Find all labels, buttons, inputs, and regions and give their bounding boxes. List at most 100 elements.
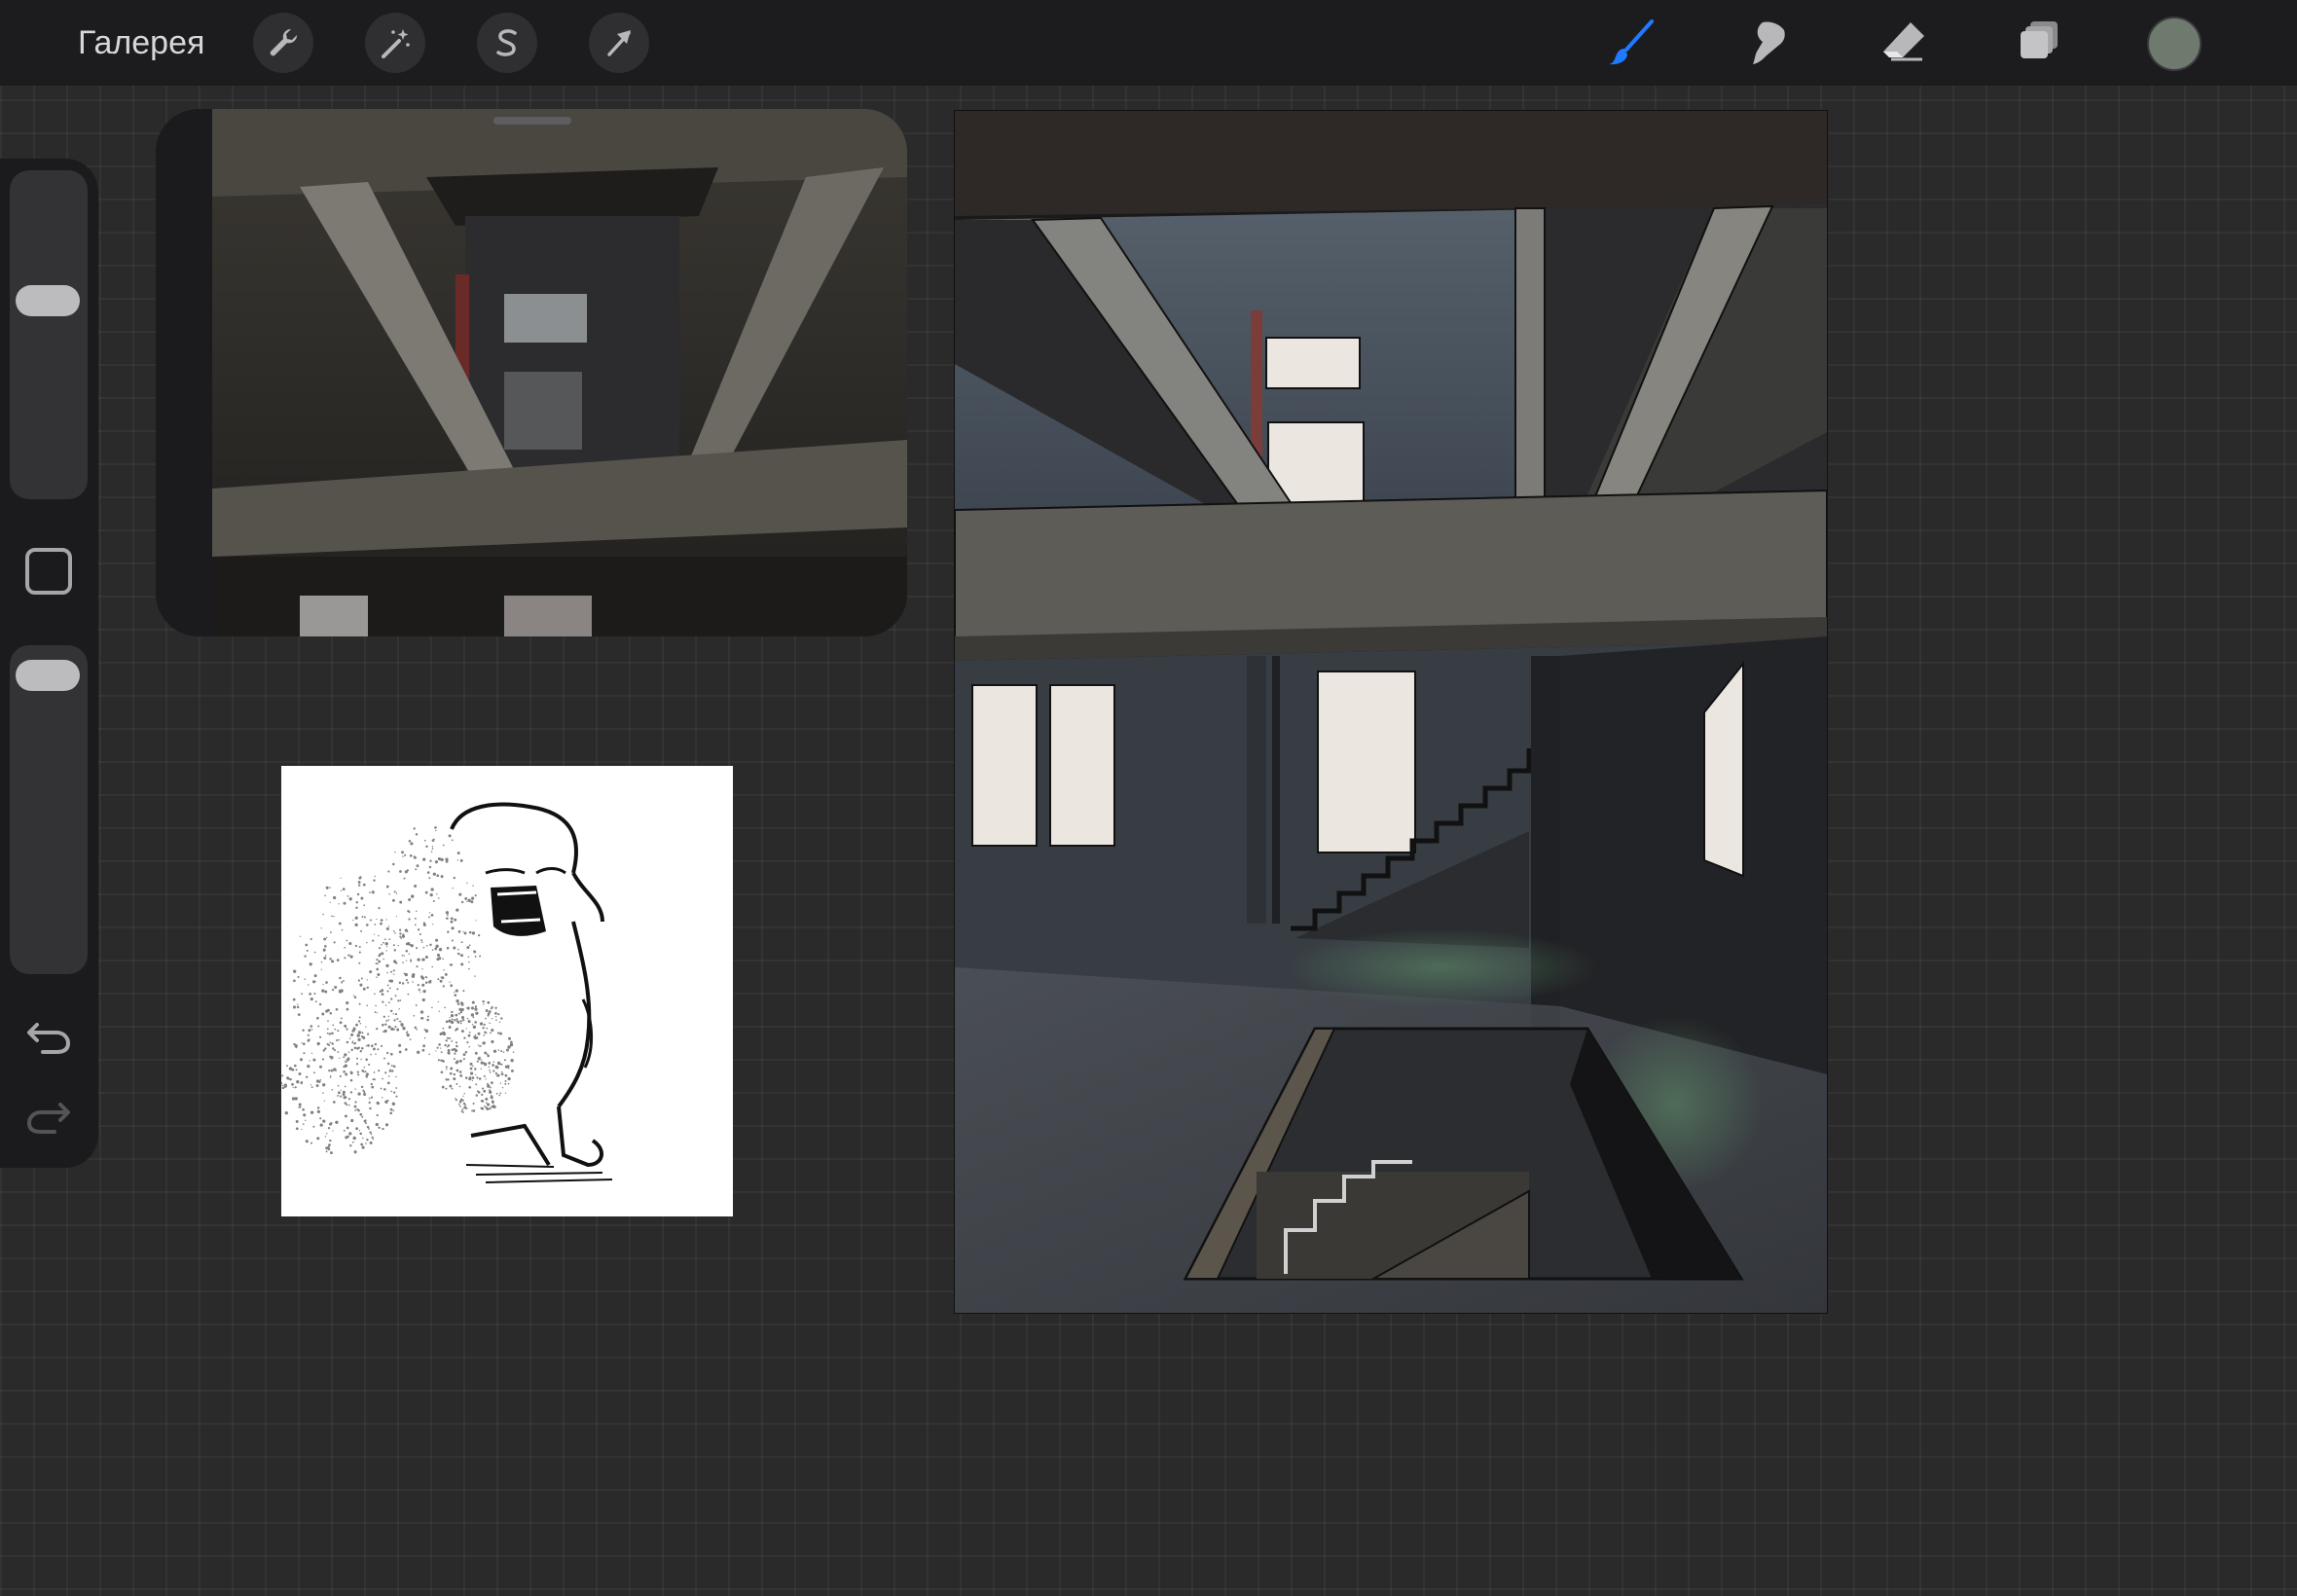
brush-size-thumb[interactable]: [16, 284, 80, 316]
dust-speck: [413, 855, 417, 858]
undo-button[interactable]: [23, 1015, 74, 1058]
dust-speck: [446, 1069, 448, 1070]
dust-speck: [389, 1069, 391, 1070]
dust-speck: [352, 995, 355, 997]
dust-speck: [430, 851, 433, 852]
dust-speck: [432, 872, 436, 876]
dust-speck: [435, 938, 439, 942]
dust-speck: [498, 1094, 501, 1097]
dust-speck: [291, 1083, 294, 1086]
dust-speck: [465, 1028, 467, 1030]
square-modify-icon[interactable]: [25, 548, 72, 595]
dust-speck: [365, 1143, 367, 1144]
redo-button[interactable]: [23, 1095, 74, 1138]
transform-button[interactable]: [589, 13, 649, 73]
dust-speck: [375, 1053, 377, 1055]
dust-speck: [456, 1002, 460, 1005]
adjustments-button[interactable]: [365, 13, 425, 73]
dust-speck: [343, 979, 345, 982]
dust-speck: [458, 1103, 460, 1106]
dust-speck: [385, 963, 389, 968]
dust-speck: [400, 937, 402, 939]
dust-speck: [414, 917, 417, 920]
dust-speck: [431, 965, 434, 968]
dust-speck: [313, 951, 316, 954]
dust-speck: [504, 1082, 507, 1085]
dust-speck: [366, 941, 368, 944]
dust-speck: [393, 973, 395, 975]
dust-speck: [404, 870, 408, 874]
dust-speck: [346, 1126, 349, 1130]
dust-speck: [456, 1069, 459, 1072]
dust-speck: [361, 1145, 365, 1149]
dust-speck: [361, 1032, 364, 1034]
dust-speck: [420, 959, 423, 961]
dust-speck: [354, 923, 358, 927]
dust-speck: [392, 929, 395, 932]
dust-speck: [363, 1092, 367, 1097]
color-picker-swatch[interactable]: [2147, 17, 2202, 71]
dust-speck: [375, 1004, 377, 1007]
dust-speck: [440, 1051, 443, 1054]
dust-speck: [504, 1092, 507, 1094]
opacity-slider[interactable]: [10, 645, 88, 974]
actions-button[interactable]: [253, 13, 313, 73]
dust-speck: [442, 1027, 445, 1030]
dust-speck: [367, 1044, 370, 1047]
dust-speck: [357, 1020, 361, 1023]
dust-speck: [297, 1003, 299, 1005]
dust-speck: [460, 900, 464, 904]
dust-speck: [402, 855, 404, 857]
reference-window[interactable]: [156, 109, 907, 636]
dust-speck: [348, 1132, 352, 1136]
smudge-tool[interactable]: [1738, 14, 1797, 72]
dust-speck: [362, 883, 366, 887]
dust-speck: [442, 958, 444, 961]
dust-speck: [357, 881, 361, 884]
dust-speck: [480, 1068, 483, 1070]
dust-speck: [383, 1029, 387, 1034]
dust-speck: [369, 1131, 372, 1134]
drawing-canvas[interactable]: [955, 111, 1827, 1313]
eraser-tool[interactable]: [1875, 14, 1933, 72]
dust-speck: [324, 894, 326, 897]
dust-speck: [474, 955, 477, 958]
dust-speck: [386, 971, 388, 974]
dust-speck: [330, 1056, 334, 1060]
dust-speck: [386, 984, 389, 987]
gallery-button[interactable]: Галерея: [78, 19, 204, 66]
dust-speck: [474, 1068, 477, 1070]
dust-speck: [416, 947, 419, 950]
brush-tool[interactable]: [1602, 14, 1660, 72]
dust-speck: [459, 858, 463, 862]
layers-tool[interactable]: [2011, 14, 2069, 72]
dust-speck: [430, 914, 434, 917]
dust-speck: [371, 1136, 374, 1139]
dust-speck: [346, 895, 349, 897]
dust-speck: [312, 980, 315, 983]
brush-size-slider[interactable]: [10, 170, 88, 499]
dust-speck: [446, 914, 449, 917]
dust-speck: [454, 1052, 456, 1055]
dust-speck: [408, 953, 411, 955]
dust-speck: [437, 1000, 439, 1003]
opacity-thumb[interactable]: [16, 659, 80, 691]
dust-speck: [374, 993, 376, 996]
dust-speck: [470, 1071, 474, 1075]
dust-speck: [339, 1057, 341, 1059]
dust-speck: [354, 1109, 357, 1111]
dust-speck: [398, 981, 402, 985]
dust-speck: [305, 1119, 307, 1122]
dust-speck: [453, 946, 456, 950]
dust-speck: [398, 1008, 400, 1010]
sketch-layer[interactable]: [281, 766, 733, 1216]
dust-speck: [460, 1030, 464, 1034]
dust-speck: [309, 993, 311, 996]
dust-speck: [510, 1069, 514, 1072]
selection-button[interactable]: [477, 13, 537, 73]
reference-grabber-handle[interactable]: [493, 117, 571, 125]
dust-speck: [320, 961, 323, 963]
dust-speck: [384, 1004, 387, 1006]
dust-speck: [429, 859, 432, 862]
dust-speck: [353, 1041, 357, 1045]
